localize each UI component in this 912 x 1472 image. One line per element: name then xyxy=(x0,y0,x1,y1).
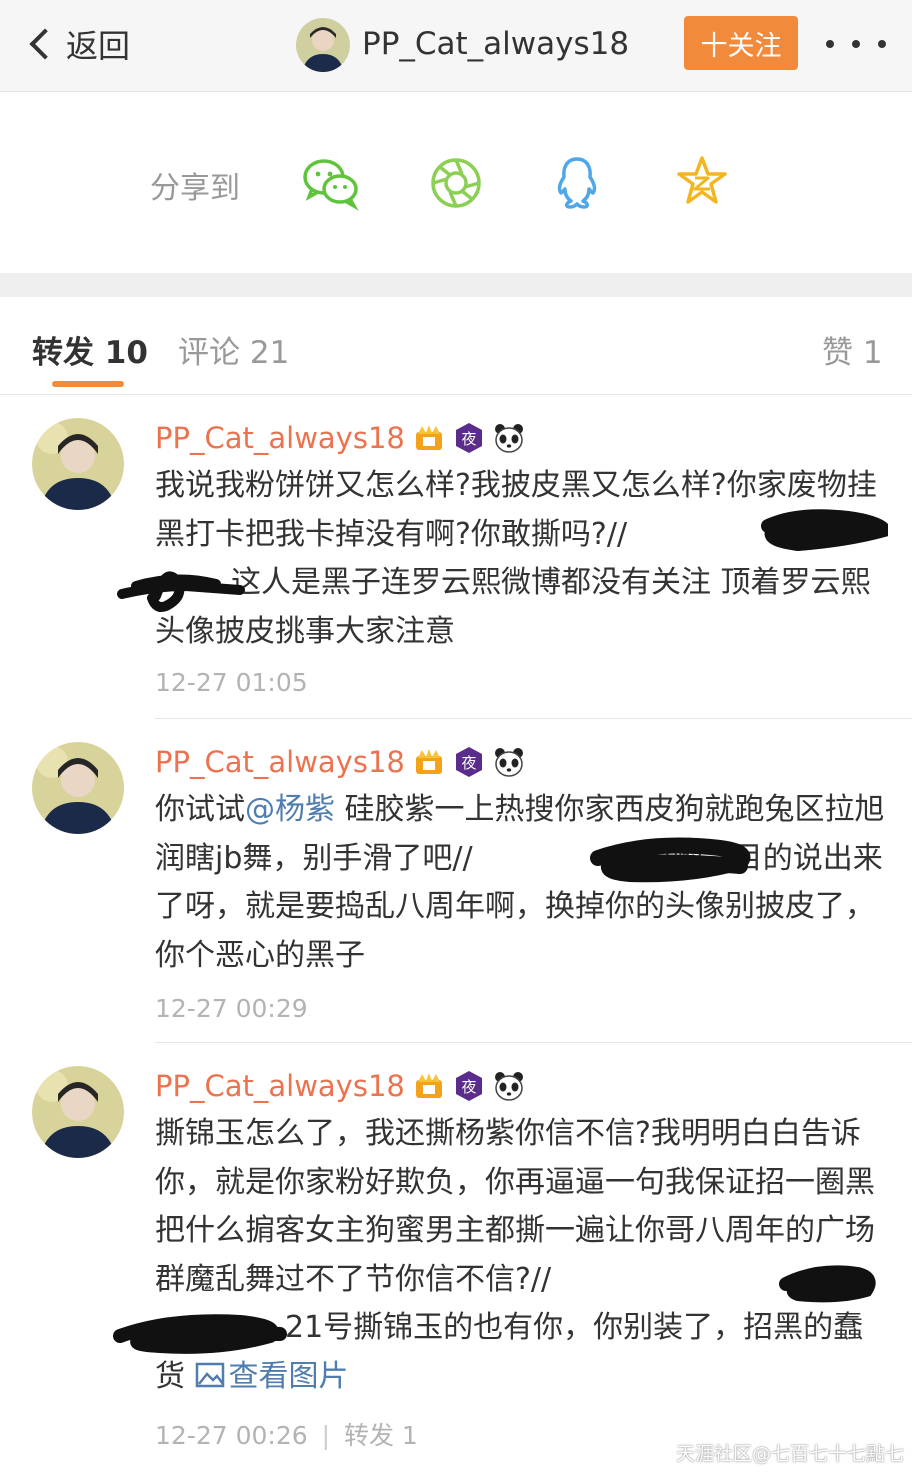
follow-button[interactable]: 十关注 xyxy=(684,16,798,70)
tab-repost[interactable]: 转发 10 xyxy=(32,327,148,372)
active-tab-indicator xyxy=(52,381,124,387)
nav-bar: 返回 PP_Cat_always18 十关注 xyxy=(0,0,912,92)
meta-row: 12-27 00:26 | 转发 1 xyxy=(155,1416,418,1452)
username[interactable]: PP_Cat_always18 xyxy=(155,745,405,779)
qzone-icon[interactable] xyxy=(676,155,732,211)
night-badge-icon: 夜 xyxy=(453,422,485,454)
text-segment: 你试试 xyxy=(155,792,245,827)
redaction-scribble xyxy=(117,571,245,612)
share-panel: 分享到 xyxy=(0,93,912,273)
repost-text: 撕锦玉怎么了，我还撕杨紫你信不信?我明明白白告诉你，就是你家粉好欺负，你再逼逼一… xyxy=(155,1110,890,1401)
share-label: 分享到 xyxy=(150,171,240,206)
avatar[interactable] xyxy=(296,18,350,72)
timestamp: 12-27 00:29 xyxy=(155,994,308,1023)
list-item: PP_Cat_always18 夜 你试试@杨紫 硅胶紫一上热搜你家西皮狗就跑兔… xyxy=(0,720,912,1042)
timestamp: 12-27 00:26 xyxy=(155,1421,308,1450)
avatar[interactable] xyxy=(32,1066,124,1158)
svg-text:夜: 夜 xyxy=(461,430,476,448)
night-badge-icon: 夜 xyxy=(453,1070,485,1102)
username[interactable]: PP_Cat_always18 xyxy=(155,1069,405,1103)
avatar[interactable] xyxy=(32,742,124,834)
more-icon[interactable] xyxy=(826,24,886,64)
avatar[interactable] xyxy=(32,418,124,510)
divider xyxy=(155,718,912,719)
repost-text: 我说我粉饼饼又怎么样?我披皮黑又怎么样?你家废物挂黑打卡把我卡掉没有啊?你敢撕吗… xyxy=(155,462,890,656)
list-item: PP_Cat_always18 夜 我说我粉饼饼又怎么样?我披皮黑又怎么样?你家… xyxy=(0,396,912,719)
panda-icon xyxy=(493,746,525,778)
redaction-scribble xyxy=(590,837,751,883)
tab-like[interactable]: 赞 1 xyxy=(822,327,883,372)
qq-icon[interactable] xyxy=(552,155,608,211)
user-row: PP_Cat_always18 夜 xyxy=(155,742,525,782)
user-row: PP_Cat_always18 夜 xyxy=(155,418,525,458)
mention-link[interactable]: @杨紫 xyxy=(245,792,335,827)
svg-text:夜: 夜 xyxy=(461,1078,476,1096)
repost-count[interactable]: 转发 1 xyxy=(344,1421,418,1450)
crown-icon xyxy=(413,422,445,454)
repost-text: 你试试@杨紫 硅胶紫一上热搜你家西皮狗就跑兔区拉旭润瞎jb舞，别手滑了吧//:哎… xyxy=(155,786,890,980)
section-gap xyxy=(0,273,912,297)
watermark: 天涯社区@七百七十七點七 xyxy=(675,1443,904,1465)
back-button[interactable]: 返回 xyxy=(24,20,130,68)
crown-icon xyxy=(413,746,445,778)
text-segment: 这人是黑子连罗云熙微博都没有关注 顶着罗云熙头像披皮挑事大家注意 xyxy=(155,565,871,649)
chevron-left-icon xyxy=(29,28,61,60)
tab-comment[interactable]: 评论 21 xyxy=(178,327,289,372)
divider xyxy=(155,1042,912,1043)
panda-icon xyxy=(493,1070,525,1102)
night-badge-icon: 夜 xyxy=(453,746,485,778)
image-icon xyxy=(195,1362,224,1387)
page-title: PP_Cat_always18 xyxy=(362,26,630,62)
panda-icon xyxy=(493,422,525,454)
timestamp: 12-27 01:05 xyxy=(155,668,308,697)
moments-icon[interactable] xyxy=(428,155,484,211)
view-image-link[interactable]: 查看图片 xyxy=(195,1359,349,1394)
redaction-scribble xyxy=(113,1314,287,1354)
wechat-icon[interactable] xyxy=(302,155,359,211)
user-row: PP_Cat_always18 夜 xyxy=(155,1066,525,1106)
username[interactable]: PP_Cat_always18 xyxy=(155,421,405,455)
list-item: PP_Cat_always18 夜 撕锦玉怎么了，我还撕杨紫你信不信?我明明白白… xyxy=(0,1044,912,1454)
svg-text:夜: 夜 xyxy=(461,754,476,772)
separator: | xyxy=(321,1421,331,1450)
text-segment: 撕锦玉怎么了，我还撕杨紫你信不信?我明明白白告诉你，就是你家粉好欺负，你再逼逼一… xyxy=(155,1116,875,1297)
crown-icon xyxy=(413,1070,445,1102)
view-image-label: 查看图片 xyxy=(228,1358,349,1394)
redaction-scribble xyxy=(779,1265,876,1303)
tab-bar: 转发 10 评论 21 赞 1 xyxy=(0,297,912,395)
back-label: 返回 xyxy=(66,27,131,65)
redaction-scribble xyxy=(761,509,888,552)
